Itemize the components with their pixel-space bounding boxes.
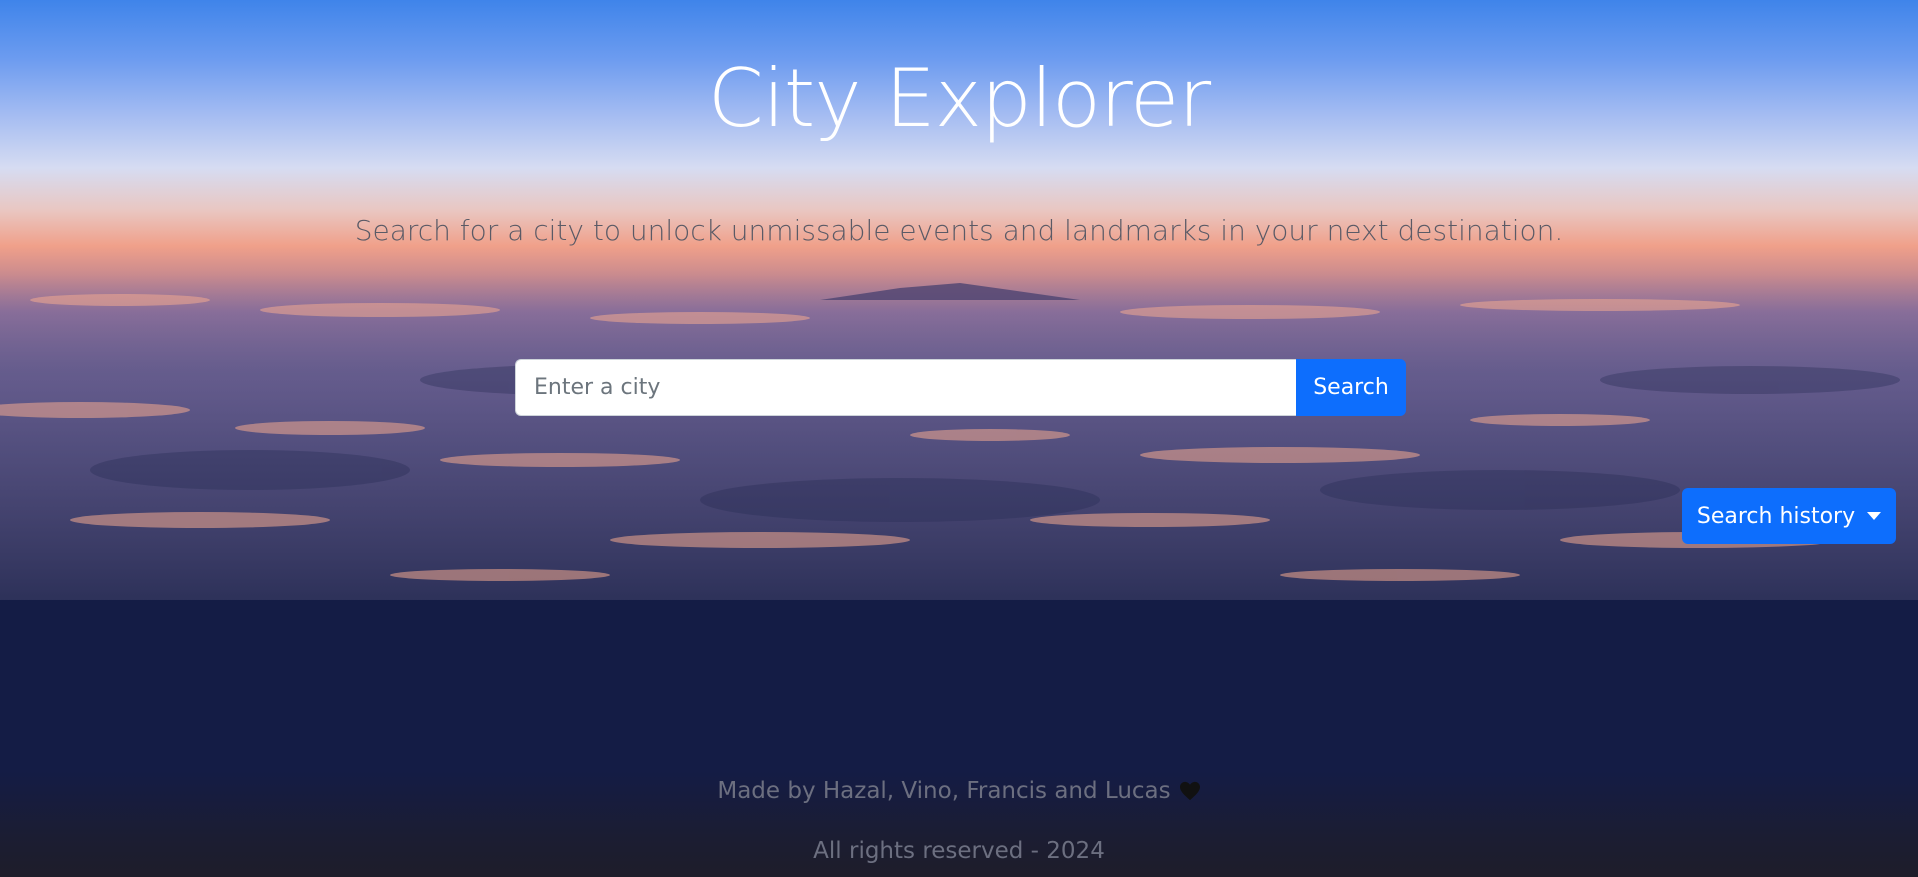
hero-section: City Explorer Search for a city to unloc…	[0, 0, 1918, 600]
search-history-label: Search history	[1696, 503, 1856, 529]
chevron-down-icon	[1867, 512, 1882, 520]
footer-credits: Made by Hazal, Vino, Francis and Lucas	[0, 778, 1918, 804]
search-input[interactable]	[515, 359, 1296, 416]
heart-icon	[1179, 781, 1200, 801]
footer	[0, 600, 1918, 877]
page-subtitle: Search for a city to unlock unmissable e…	[354, 214, 1564, 247]
credits-text: Made by Hazal, Vino, Francis and Lucas	[717, 778, 1171, 804]
search-button[interactable]: Search	[1296, 359, 1406, 416]
footer-rights: All rights reserved - 2024	[813, 838, 1105, 864]
page-title: City Explorer	[707, 52, 1211, 145]
search-history-button[interactable]: Search history	[1682, 488, 1896, 544]
search-bar: Search	[515, 359, 1406, 416]
